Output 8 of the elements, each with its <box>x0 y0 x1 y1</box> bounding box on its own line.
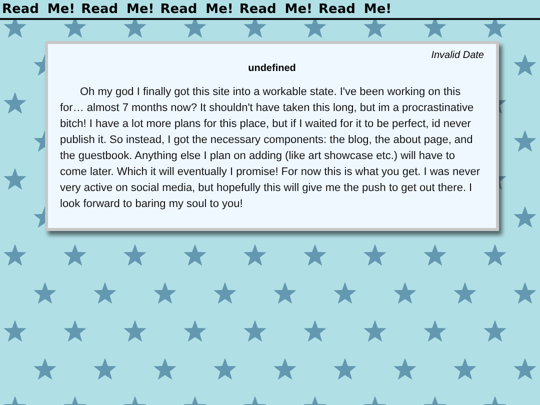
marquee-text: Read Me! <box>81 2 154 16</box>
marquee-text: Read Me! <box>239 2 312 16</box>
marquee-text: Read Me! <box>160 2 234 16</box>
post-title: undefined <box>247 63 297 74</box>
post-date: Invalid Date <box>430 50 484 61</box>
marquee-text: Read Me! <box>2 2 76 16</box>
post-body: Oh my god I finally got this site into a workable state. I've been working on this for… almost 7 months now? It shouldn't have taken this long, but im a procrastinative bitch! I have a lot more plans for this place, but if I waited for it to be perfect, id never publish it. So instead, I got the necessary components: the blog, the about page, and the guestbook. Anything else I plan on adding (like art showcase etc.) will have to come later. Which it will eventually I promise! For now this is what you get. I was never very active on social media, but hopefully this will give me the push to get out there. I look forward to baring my soul to you! <box>60 85 481 212</box>
marquee-text: Read Me! <box>318 2 392 16</box>
